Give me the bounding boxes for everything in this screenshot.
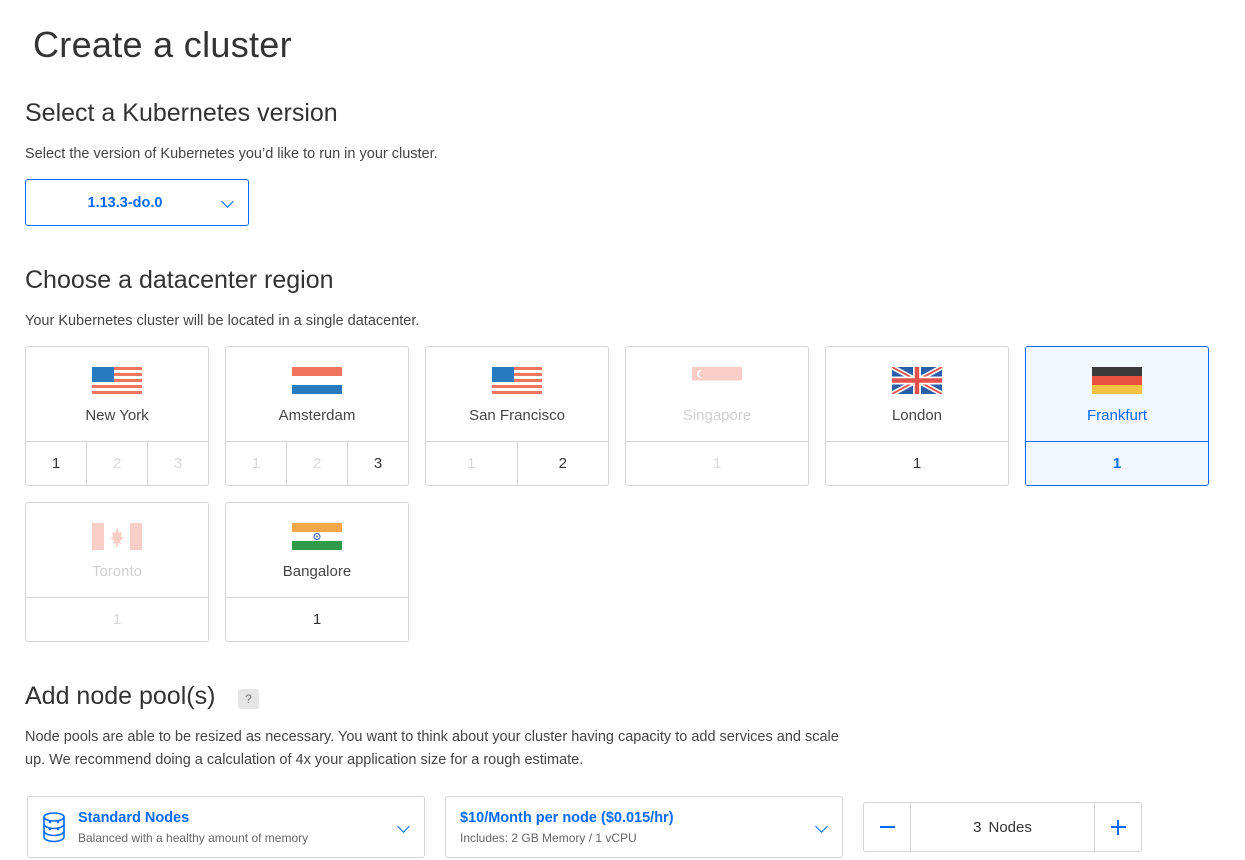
ca-flag-icon bbox=[92, 523, 142, 550]
datacenter-option-1: 1 bbox=[426, 442, 518, 485]
uk-flag-icon bbox=[892, 367, 942, 394]
datacenter-options: 1 bbox=[826, 441, 1008, 485]
region-card-amsterdam[interactable]: Amsterdam 1 2 3 bbox=[225, 346, 409, 486]
datacenter-option-1[interactable]: 1 bbox=[26, 442, 87, 485]
sg-flag-icon bbox=[692, 367, 742, 394]
node-plan-subtitle: Includes: 2 GB Memory / 1 vCPU bbox=[460, 831, 637, 845]
de-flag-icon bbox=[1092, 367, 1142, 394]
region-name: Frankfurt bbox=[1086, 407, 1147, 424]
chevron-down-icon bbox=[815, 820, 828, 833]
minus-icon bbox=[879, 826, 895, 828]
node-type-subtitle: Balanced with a healthy amount of memory bbox=[78, 831, 309, 845]
region-section-description: Your Kubernetes cluster will be located … bbox=[25, 313, 420, 329]
datacenter-option-1[interactable]: 1 bbox=[1026, 442, 1208, 485]
region-name: San Francisco bbox=[469, 407, 565, 424]
datacenter-option-1: 1 bbox=[712, 455, 722, 472]
region-card-header: Singapore bbox=[626, 347, 808, 442]
node-count-stepper: 3 Nodes bbox=[863, 802, 1142, 852]
region-card-singapore: Singapore 1 bbox=[625, 346, 809, 486]
kubernetes-version-select[interactable]: 1.13.3-do.0 bbox=[25, 179, 249, 226]
region-name: London bbox=[891, 407, 943, 424]
region-card-bangalore[interactable]: Bangalore 1 bbox=[225, 502, 409, 642]
region-name: New York bbox=[85, 407, 149, 424]
database-stack-icon bbox=[43, 812, 65, 843]
node-count-value: 3 bbox=[973, 818, 982, 836]
datacenter-options: 1 bbox=[226, 597, 408, 641]
datacenter-options: 1 bbox=[26, 597, 208, 641]
region-card-toronto: Toronto 1 bbox=[25, 502, 209, 642]
region-card-london[interactable]: London 1 bbox=[825, 346, 1009, 486]
datacenter-option-1[interactable]: 1 bbox=[226, 598, 408, 641]
node-plan-select[interactable]: $10/Month per node ($0.015/hr) Includes:… bbox=[445, 796, 843, 858]
node-pool-description-line1: Node pools are able to be resized as nec… bbox=[25, 729, 839, 745]
datacenter-options: 1 bbox=[626, 441, 808, 485]
node-pool-description-line2: up. We recommend doing a calculation of … bbox=[25, 752, 584, 768]
datacenter-option-3: 3 bbox=[173, 455, 183, 472]
increment-button[interactable] bbox=[1094, 803, 1141, 851]
datacenter-option-1: 1 bbox=[112, 611, 122, 628]
region-card-header: London bbox=[826, 347, 1008, 442]
region-name: Singapore bbox=[682, 407, 752, 424]
region-card-header: Bangalore bbox=[226, 503, 408, 598]
datacenter-options: 1 2 bbox=[426, 441, 608, 485]
region-card-san-francisco[interactable]: San Francisco 1 2 bbox=[425, 346, 609, 486]
version-section-title: Select a Kubernetes version bbox=[25, 99, 338, 127]
region-card-header: Frankfurt bbox=[1026, 347, 1208, 442]
region-card-header: Toronto bbox=[26, 503, 208, 598]
node-count-display[interactable]: 3 Nodes bbox=[911, 803, 1094, 851]
node-plan-title: $10/Month per node ($0.015/hr) bbox=[460, 810, 674, 826]
datacenter-option-3[interactable]: 3 bbox=[348, 442, 408, 485]
plus-icon-vertical bbox=[1117, 819, 1119, 835]
chevron-down-icon bbox=[397, 820, 410, 833]
datacenter-option-2: 2 bbox=[287, 442, 348, 485]
datacenter-option-2[interactable]: 2 bbox=[518, 442, 609, 485]
selected-version: 1.13.3-do.0 bbox=[87, 194, 163, 211]
us-flag-icon bbox=[492, 367, 542, 394]
region-card-frankfurt[interactable]: Frankfurt 1 bbox=[1025, 346, 1209, 486]
region-card-new-york[interactable]: New York 1 2 3 bbox=[25, 346, 209, 486]
in-flag-icon bbox=[292, 523, 342, 550]
node-type-title: Standard Nodes bbox=[78, 810, 190, 826]
nl-flag-icon bbox=[292, 367, 342, 394]
datacenter-options: 1 bbox=[1026, 441, 1208, 485]
page-title: Create a cluster bbox=[33, 24, 292, 65]
region-section-title: Choose a datacenter region bbox=[25, 266, 334, 294]
datacenter-options: 1 2 3 bbox=[26, 441, 208, 485]
region-name: Bangalore bbox=[282, 563, 352, 580]
node-count-unit: Nodes bbox=[988, 818, 1032, 836]
help-badge[interactable]: ? bbox=[238, 689, 259, 709]
datacenter-options: 1 2 3 bbox=[226, 441, 408, 485]
node-type-select[interactable]: Standard Nodes Balanced with a healthy a… bbox=[27, 796, 425, 858]
datacenter-option-2: 2 bbox=[87, 442, 148, 485]
region-name: Toronto bbox=[91, 563, 143, 580]
datacenter-option-1[interactable]: 1 bbox=[826, 442, 1008, 485]
chevron-down-icon bbox=[221, 195, 234, 208]
region-card-header: New York bbox=[26, 347, 208, 442]
region-name: Amsterdam bbox=[278, 407, 356, 424]
us-flag-icon bbox=[92, 367, 142, 394]
region-card-header: Amsterdam bbox=[226, 347, 408, 442]
decrement-button[interactable] bbox=[864, 803, 911, 851]
datacenter-option-1: 1 bbox=[226, 442, 287, 485]
region-card-header: San Francisco bbox=[426, 347, 608, 442]
version-section-description: Select the version of Kubernetes you’d l… bbox=[25, 146, 438, 162]
node-pool-section-title: Add node pool(s) bbox=[25, 682, 216, 710]
